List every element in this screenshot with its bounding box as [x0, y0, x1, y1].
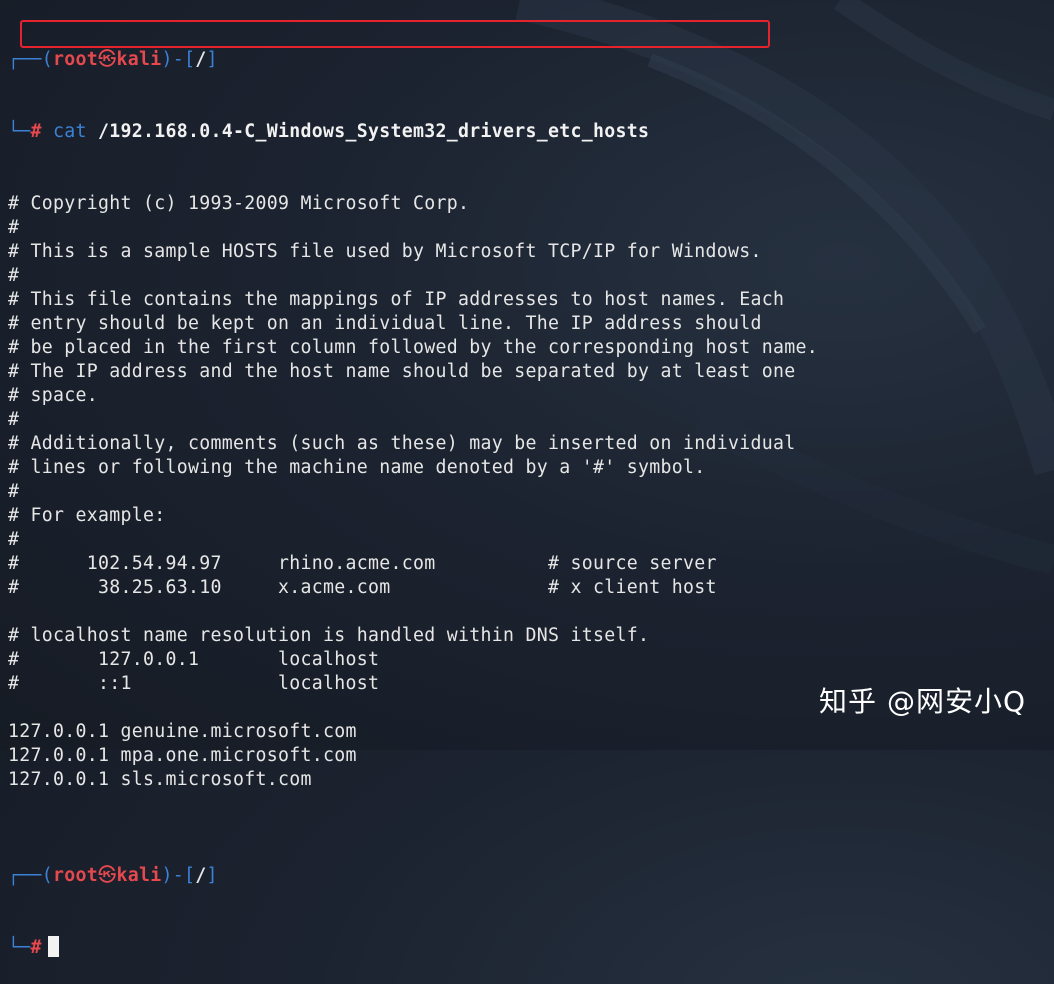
output-line: # 102.54.94.97 rhino.acme.com # source s…	[8, 553, 717, 574]
output-line: # entry should be kept on an individual …	[8, 313, 762, 334]
output-line: # space.	[8, 385, 98, 406]
output-line: # This file contains the mappings of IP …	[8, 289, 785, 310]
prompt-line-top: ┌──(root㉿kali)-[/]	[8, 48, 1048, 72]
prompt-hash: #	[30, 121, 42, 142]
prompt-path: /	[195, 865, 207, 886]
skull-icon: ㉿	[98, 49, 117, 70]
prompt-end: ]	[206, 49, 218, 70]
command-line: └─# cat /192.168.0.4-C_Windows_System32_…	[8, 120, 1048, 144]
output-line: #	[8, 481, 20, 502]
zhihu-watermark: 知乎 @网安小Q	[819, 685, 1026, 718]
prompt-line-top-2: ┌──(root㉿kali)-[/]	[8, 864, 1048, 888]
output-line: # Copyright (c) 1993-2009 Microsoft Corp…	[8, 193, 470, 214]
hosts-file-content: # Copyright (c) 1993-2009 Microsoft Corp…	[8, 192, 1048, 816]
text-cursor[interactable]	[47, 936, 59, 957]
prompt-corner-bottom: └─	[8, 937, 31, 958]
prompt-end: ]	[206, 865, 218, 886]
output-line: #	[8, 217, 20, 238]
prompt-corner-bottom: └─	[8, 121, 31, 142]
output-line: #	[8, 529, 20, 550]
output-line: # be placed in the first column followed…	[8, 337, 818, 358]
output-line: # 127.0.0.1 localhost	[8, 649, 380, 670]
output-line: #	[8, 409, 20, 430]
output-line: # This is a sample HOSTS file used by Mi…	[8, 241, 762, 262]
output-line: 127.0.0.1 sls.microsoft.com	[8, 769, 312, 790]
prompt-corner: ┌──	[8, 49, 42, 70]
output-line: 127.0.0.1 mpa.one.microsoft.com	[8, 745, 357, 766]
prompt-close: )-[	[161, 49, 196, 70]
output-line: # localhost name resolution is handled w…	[8, 625, 650, 646]
command-name: cat	[53, 121, 87, 142]
command-highlight-box	[20, 20, 770, 48]
prompt-open: (	[41, 865, 53, 886]
output-line: # lines or following the machine name de…	[8, 457, 706, 478]
output-line: # The IP address and the host name shoul…	[8, 361, 796, 382]
prompt-hash: #	[30, 937, 42, 958]
terminal-output: ┌──(root㉿kali)-[/] └─# cat /192.168.0.4-…	[8, 0, 1048, 984]
prompt-host: kali	[116, 49, 162, 70]
prompt-path: /	[195, 49, 207, 70]
output-line: # For example:	[8, 505, 166, 526]
prompt-close: )-[	[161, 865, 196, 886]
output-line: # 38.25.63.10 x.acme.com # x client host	[8, 577, 717, 598]
input-line[interactable]: └─#	[8, 936, 1048, 960]
prompt-corner: ┌──	[8, 865, 42, 886]
skull-icon: ㉿	[98, 865, 117, 886]
prompt-user: root	[53, 865, 98, 886]
command-argument: /192.168.0.4-C_Windows_System32_drivers_…	[98, 121, 650, 142]
output-line: # Additionally, comments (such as these)…	[8, 433, 796, 454]
prompt-open: (	[41, 49, 53, 70]
output-line: 127.0.0.1 genuine.microsoft.com	[8, 721, 357, 742]
prompt-user: root	[53, 49, 98, 70]
output-line: #	[8, 265, 20, 286]
prompt-host: kali	[116, 865, 162, 886]
